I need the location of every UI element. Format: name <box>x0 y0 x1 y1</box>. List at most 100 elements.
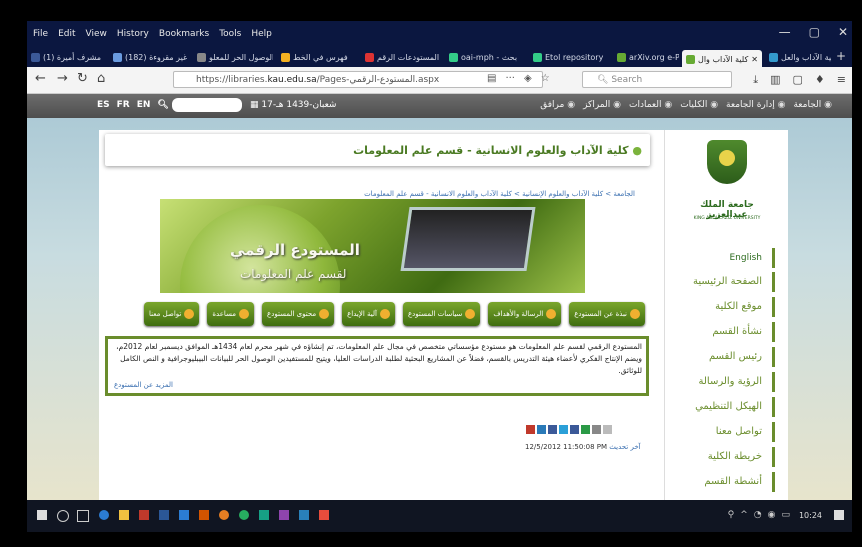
home-icon[interactable]: ⌂ <box>97 71 105 86</box>
powerpoint-icon[interactable] <box>199 510 209 520</box>
menu-bookmarks[interactable]: Bookmarks <box>159 29 209 39</box>
sidebar-item-contact[interactable]: تواصل معنا <box>675 422 775 442</box>
sidebar-icon[interactable]: ▢ <box>793 73 803 87</box>
help-button[interactable]: مساعدة <box>207 302 255 326</box>
cortana-search-icon[interactable] <box>57 510 69 522</box>
firefox-icon[interactable] <box>219 510 229 520</box>
store-icon[interactable] <box>259 510 269 520</box>
tab-8-active[interactable]: كلية الآداب وال ✕ <box>682 50 762 68</box>
tab-9[interactable]: كلية الآداب والعل <box>765 49 831 66</box>
tab-favicon <box>449 53 458 62</box>
print-icon[interactable] <box>526 425 535 434</box>
whatsapp-icon[interactable] <box>581 425 590 434</box>
rss-icon[interactable] <box>603 425 612 434</box>
pocket-icon[interactable]: ◈ <box>524 73 532 84</box>
network-icon[interactable]: ◔ <box>754 510 762 520</box>
tab-2[interactable]: الوصول الحر للمعلو <box>193 49 273 66</box>
menu-history[interactable]: History <box>117 29 149 39</box>
people-icon[interactable]: ⚲ <box>728 510 735 520</box>
office-icon[interactable] <box>139 510 149 520</box>
breadcrumb[interactable]: الجامعة > كلية الآداب والعلوم الإنسانية … <box>364 190 635 198</box>
lang-fr[interactable]: FR <box>117 100 130 110</box>
topmenu-colleges[interactable]: الكليات <box>680 100 718 110</box>
twitter-icon[interactable] <box>559 425 568 434</box>
sidebar-item-activities[interactable]: أنشطة القسم <box>675 472 775 492</box>
notifications-icon[interactable] <box>834 510 844 520</box>
mail-icon[interactable] <box>299 510 309 520</box>
minimize-button[interactable]: — <box>779 25 791 39</box>
task-view-icon[interactable] <box>77 510 89 522</box>
keyboard-icon[interactable]: ▭ <box>781 510 790 520</box>
sidebar-item-vision[interactable]: الرؤية والرسالة <box>675 372 775 392</box>
deposit-button[interactable]: آلية الإيداع <box>342 302 395 326</box>
explorer-icon[interactable] <box>119 510 129 520</box>
topmenu-centers[interactable]: المراكز <box>583 100 621 110</box>
policies-button[interactable]: سياسات المستودع <box>402 302 481 326</box>
forward-icon[interactable]: → <box>57 71 68 86</box>
site-search-icon[interactable]: 🔍︎ <box>157 100 168 110</box>
menu-file[interactable]: File <box>33 29 48 39</box>
tab-3[interactable]: فهرس في الخط <box>277 49 357 66</box>
delicious-icon[interactable] <box>548 425 557 434</box>
menu-edit[interactable]: Edit <box>58 29 75 39</box>
chevron-up-icon[interactable]: ^ <box>740 510 748 520</box>
tab-1[interactable]: (182) غير مقروءة <box>109 49 189 66</box>
close-button[interactable]: ✕ <box>838 25 848 39</box>
menu-tools[interactable]: Tools <box>219 29 241 39</box>
sidebar-item-college-site[interactable]: موقع الكلية <box>675 297 775 317</box>
lang-es[interactable]: ES <box>97 100 110 110</box>
tab-0[interactable]: (1) مشرف أميرة <box>27 49 105 66</box>
button-label: الرسالة والأهداف <box>493 310 544 318</box>
facebook-icon[interactable] <box>570 425 579 434</box>
topmenu-deanships[interactable]: العمادات <box>629 100 672 110</box>
page-actions-icon[interactable]: ··· <box>505 73 515 84</box>
search-input[interactable]: 🔍︎ Search <box>582 71 732 88</box>
topmenu-administration[interactable]: إدارة الجامعة <box>726 100 785 110</box>
windows-start-icon[interactable] <box>37 510 47 520</box>
chrome-icon[interactable] <box>239 510 249 520</box>
extension-icon[interactable]: ♦ <box>815 73 825 87</box>
email-icon[interactable] <box>592 425 601 434</box>
tab-6[interactable]: Etol repository <box>529 49 609 66</box>
content-button[interactable]: محتوى المستودع <box>262 302 335 326</box>
tab-favicon <box>686 54 695 64</box>
new-tab-icon[interactable]: + <box>836 49 846 63</box>
topmenu-university[interactable]: الجامعة <box>793 100 832 110</box>
tab-5[interactable]: oai-mph - بحث <box>445 49 525 66</box>
topmenu-facilities[interactable]: مرافق <box>540 100 575 110</box>
menu-icon[interactable]: ≡ <box>837 73 846 87</box>
media-icon[interactable] <box>279 510 289 520</box>
sidebar-item-home[interactable]: الصفحة الرئيسية <box>675 272 775 292</box>
site-top-menu: الجامعة إدارة الجامعة الكليات العمادات ا… <box>540 100 832 110</box>
menu-view[interactable]: View <box>86 29 107 39</box>
linkedin-icon[interactable] <box>537 425 546 434</box>
download-icon[interactable]: ⤓ <box>753 73 758 87</box>
lang-en[interactable]: EN <box>137 100 151 110</box>
about-repo-button[interactable]: نبذة عن المستودع <box>569 302 645 326</box>
more-link[interactable]: المزيد عن المستودع <box>114 381 173 389</box>
tab-4[interactable]: المستودعات الرقم <box>361 49 441 66</box>
menu-help[interactable]: Help <box>251 29 272 39</box>
reader-view-icon[interactable]: ▤ <box>487 73 496 84</box>
mission-button[interactable]: الرسالة والأهداف <box>488 302 562 326</box>
sidebar-item-structure[interactable]: الهيكل التنظيمي <box>675 397 775 417</box>
sidebar-item-map[interactable]: خريطة الكلية <box>675 447 775 467</box>
sidebar-item-head[interactable]: رئيس القسم <box>675 347 775 367</box>
app-icon[interactable] <box>179 510 189 520</box>
bookmark-star-icon[interactable]: ☆ <box>541 73 550 84</box>
university-name-en: KING ABDULAZIZ UNIVERSITY <box>693 216 761 221</box>
tab-7[interactable]: arXiv.org e-Print <box>613 49 679 66</box>
tab-close-icon[interactable]: ✕ <box>751 55 758 64</box>
word-icon[interactable] <box>159 510 169 520</box>
contact-button[interactable]: تواصل معنا <box>144 302 200 326</box>
library-icon[interactable]: ▥ <box>770 73 780 87</box>
volume-icon[interactable]: ◉ <box>768 510 776 520</box>
sidebar-item-history[interactable]: نشأة القسم <box>675 322 775 342</box>
site-search-input[interactable] <box>172 98 242 112</box>
back-icon[interactable]: ← <box>35 71 46 86</box>
edge-icon[interactable] <box>99 510 109 520</box>
pdf-icon[interactable] <box>319 510 329 520</box>
maximize-button[interactable]: ▢ <box>809 25 820 39</box>
sidebar-item-english[interactable]: English <box>675 248 775 268</box>
reload-icon[interactable]: ↻ <box>77 71 88 86</box>
